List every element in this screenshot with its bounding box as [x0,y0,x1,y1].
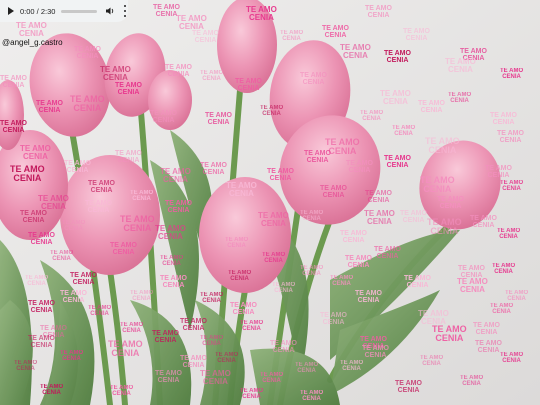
progress-track[interactable] [61,9,98,13]
more-vert-icon[interactable] [123,5,127,17]
audio-player[interactable]: 0:00 / 2:30 [0,0,128,22]
tulip-photo [0,0,540,405]
time-display: 0:00 / 2:30 [20,6,56,16]
play-icon[interactable] [8,7,14,15]
username-label: @angel_g.castro [2,38,63,47]
volume-icon[interactable] [105,6,115,16]
